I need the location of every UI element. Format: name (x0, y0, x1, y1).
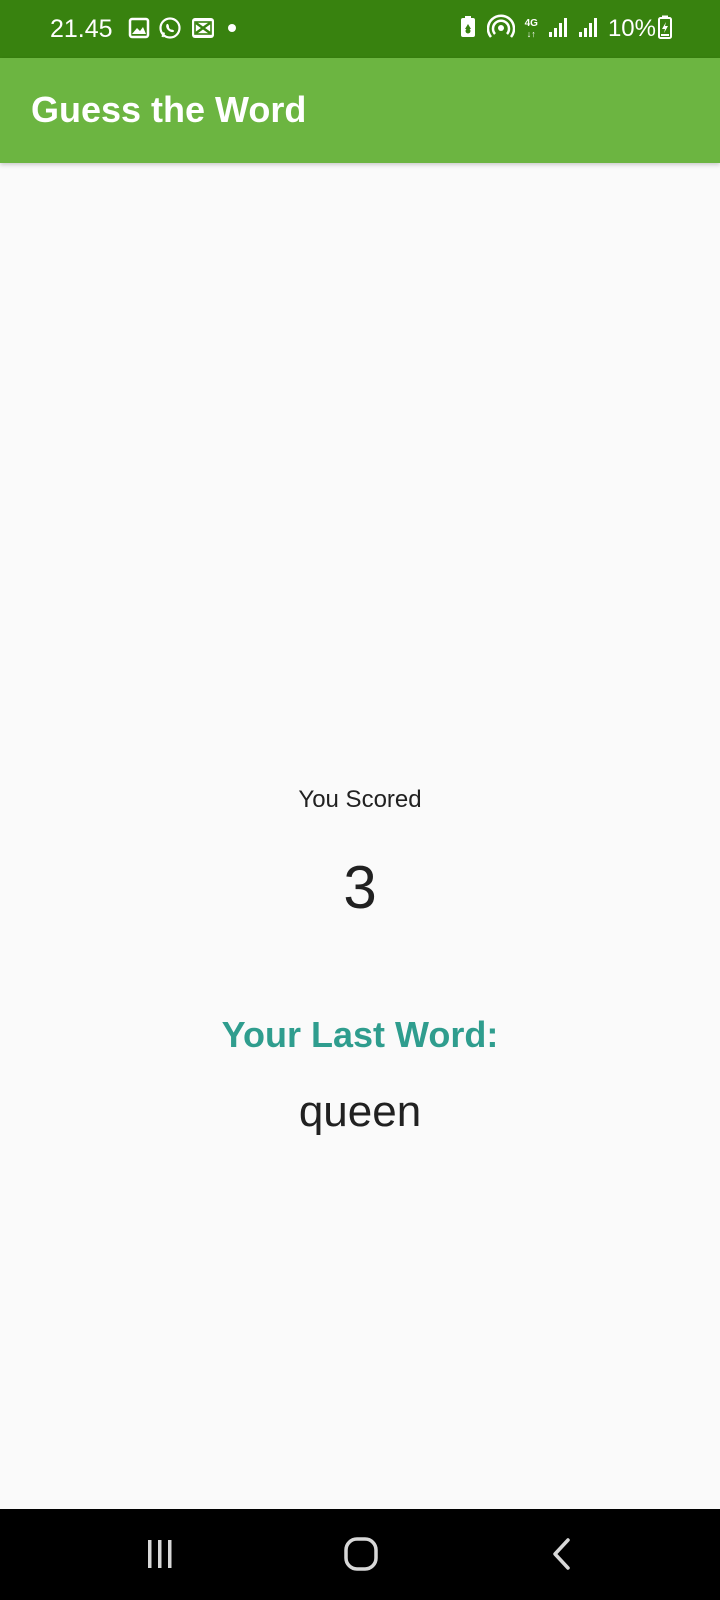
last-word-label: Your Last Word: (221, 1014, 499, 1055)
system-status-icons: 4G ↓↑ 10% (459, 13, 672, 45)
back-icon (553, 1538, 570, 1570)
app-bar: Guess the Word (0, 58, 720, 163)
score-value: 3 (343, 854, 377, 921)
score-screen: You Scored 3 Your Last Word: queen (0, 163, 720, 1509)
recents-button[interactable] (130, 1531, 190, 1577)
status-time: 21.45 (50, 15, 113, 43)
gallery-icon (128, 17, 150, 44)
app-title: Guess the Word (31, 89, 307, 130)
signal-icon (578, 16, 598, 43)
recents-icon (148, 1540, 172, 1568)
battery-charging-icon (658, 15, 672, 44)
last-word-value: queen (298, 1087, 422, 1136)
whatsapp-icon (158, 16, 182, 45)
home-icon (344, 1537, 378, 1571)
score-label: You Scored (298, 786, 422, 813)
back-button[interactable] (532, 1531, 592, 1577)
network-4g-icon: 4G ↓↑ (524, 18, 538, 40)
dot-icon (224, 20, 240, 41)
hotspot-icon (486, 13, 515, 45)
notification-icons (128, 16, 240, 44)
home-button[interactable] (331, 1531, 391, 1577)
status-bar: 21.45 4G ↓↑ 10% (0, 0, 720, 58)
battery-percentage: 10% (607, 15, 656, 42)
navigation-bar (0, 1509, 720, 1600)
signal-icon (548, 16, 568, 43)
battery-saver-icon (459, 15, 477, 44)
capcut-icon (190, 16, 216, 45)
